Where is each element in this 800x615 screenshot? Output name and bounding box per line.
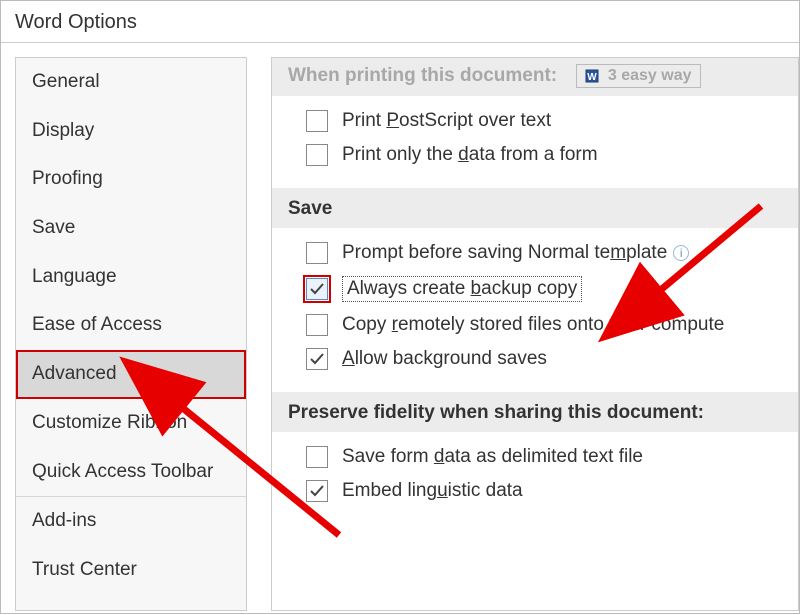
sidebar-item-save[interactable]: Save bbox=[16, 204, 246, 253]
option-label-save-form-delimited: Save form data as delimited text file bbox=[342, 446, 643, 468]
section-header-printing-label: When printing this document: bbox=[288, 65, 557, 86]
option-backup-copy[interactable]: Always create backup copy bbox=[306, 270, 798, 308]
svg-text:W: W bbox=[588, 72, 598, 83]
section-header-printing: When printing this document: W 3 easy wa… bbox=[272, 58, 798, 96]
sidebar-item-trust-center[interactable]: Trust Center bbox=[16, 546, 246, 595]
checkbox-print-postscript[interactable] bbox=[306, 110, 328, 132]
printing-document-name: 3 easy way bbox=[608, 67, 692, 84]
dialog-body: General Display Proofing Save Language E… bbox=[1, 43, 799, 611]
content-scroll[interactable]: When printing this document: W 3 easy wa… bbox=[271, 57, 799, 611]
option-label-copy-remote: Copy remotely stored files onto your com… bbox=[342, 314, 724, 336]
sidebar-item-advanced[interactable]: Advanced bbox=[16, 350, 246, 399]
option-save-form-delimited[interactable]: Save form data as delimited text file bbox=[306, 440, 798, 474]
section-header-save: Save bbox=[272, 188, 798, 228]
sidebar-item-add-ins[interactable]: Add-ins bbox=[16, 496, 246, 546]
option-print-form-data[interactable]: Print only the data from a form bbox=[306, 138, 798, 172]
printing-document-selector[interactable]: W 3 easy way bbox=[576, 64, 700, 88]
sidebar-item-customize-ribbon[interactable]: Customize Ribbon bbox=[16, 399, 246, 448]
option-copy-remote[interactable]: Copy remotely stored files onto your com… bbox=[306, 308, 798, 342]
option-label-print-postscript: Print PostScript over text bbox=[342, 110, 551, 132]
option-label-prompt-normal: Prompt before saving Normal template bbox=[342, 242, 667, 264]
option-print-postscript[interactable]: Print PostScript over text bbox=[306, 104, 798, 138]
sidebar: General Display Proofing Save Language E… bbox=[15, 57, 247, 611]
option-label-backup-copy: Always create backup copy bbox=[342, 276, 582, 302]
sidebar-item-quick-access-toolbar[interactable]: Quick Access Toolbar bbox=[16, 448, 246, 497]
sidebar-item-proofing[interactable]: Proofing bbox=[16, 155, 246, 204]
sidebar-item-display[interactable]: Display bbox=[16, 107, 246, 156]
checkbox-prompt-normal[interactable] bbox=[306, 242, 328, 264]
sidebar-item-general[interactable]: General bbox=[16, 58, 246, 107]
sidebar-item-ease-of-access[interactable]: Ease of Access bbox=[16, 301, 246, 350]
option-label-print-form-data: Print only the data from a form bbox=[342, 144, 598, 166]
option-label-background-saves: Allow background saves bbox=[342, 348, 547, 370]
option-label-embed-linguistic: Embed linguistic data bbox=[342, 480, 523, 502]
content-panel: When printing this document: W 3 easy wa… bbox=[247, 57, 799, 611]
printing-options: Print PostScript over text Print only th… bbox=[272, 96, 798, 188]
option-prompt-normal[interactable]: Prompt before saving Normal template i bbox=[306, 236, 798, 270]
checkbox-background-saves[interactable] bbox=[306, 348, 328, 370]
checkbox-copy-remote[interactable] bbox=[306, 314, 328, 336]
checkbox-embed-linguistic[interactable] bbox=[306, 480, 328, 502]
option-background-saves[interactable]: Allow background saves bbox=[306, 342, 798, 376]
save-options: Prompt before saving Normal template i A… bbox=[272, 228, 798, 392]
fidelity-options: Save form data as delimited text file Em… bbox=[272, 432, 798, 524]
checkbox-backup-copy[interactable] bbox=[306, 278, 328, 300]
info-icon[interactable]: i bbox=[673, 245, 689, 261]
word-doc-icon: W bbox=[585, 69, 599, 83]
dialog-title: Word Options bbox=[1, 1, 799, 43]
checkbox-print-form-data[interactable] bbox=[306, 144, 328, 166]
option-embed-linguistic[interactable]: Embed linguistic data bbox=[306, 474, 798, 508]
checkbox-save-form-delimited[interactable] bbox=[306, 446, 328, 468]
section-header-fidelity: Preserve fidelity when sharing this docu… bbox=[272, 392, 798, 432]
sidebar-item-language[interactable]: Language bbox=[16, 253, 246, 302]
